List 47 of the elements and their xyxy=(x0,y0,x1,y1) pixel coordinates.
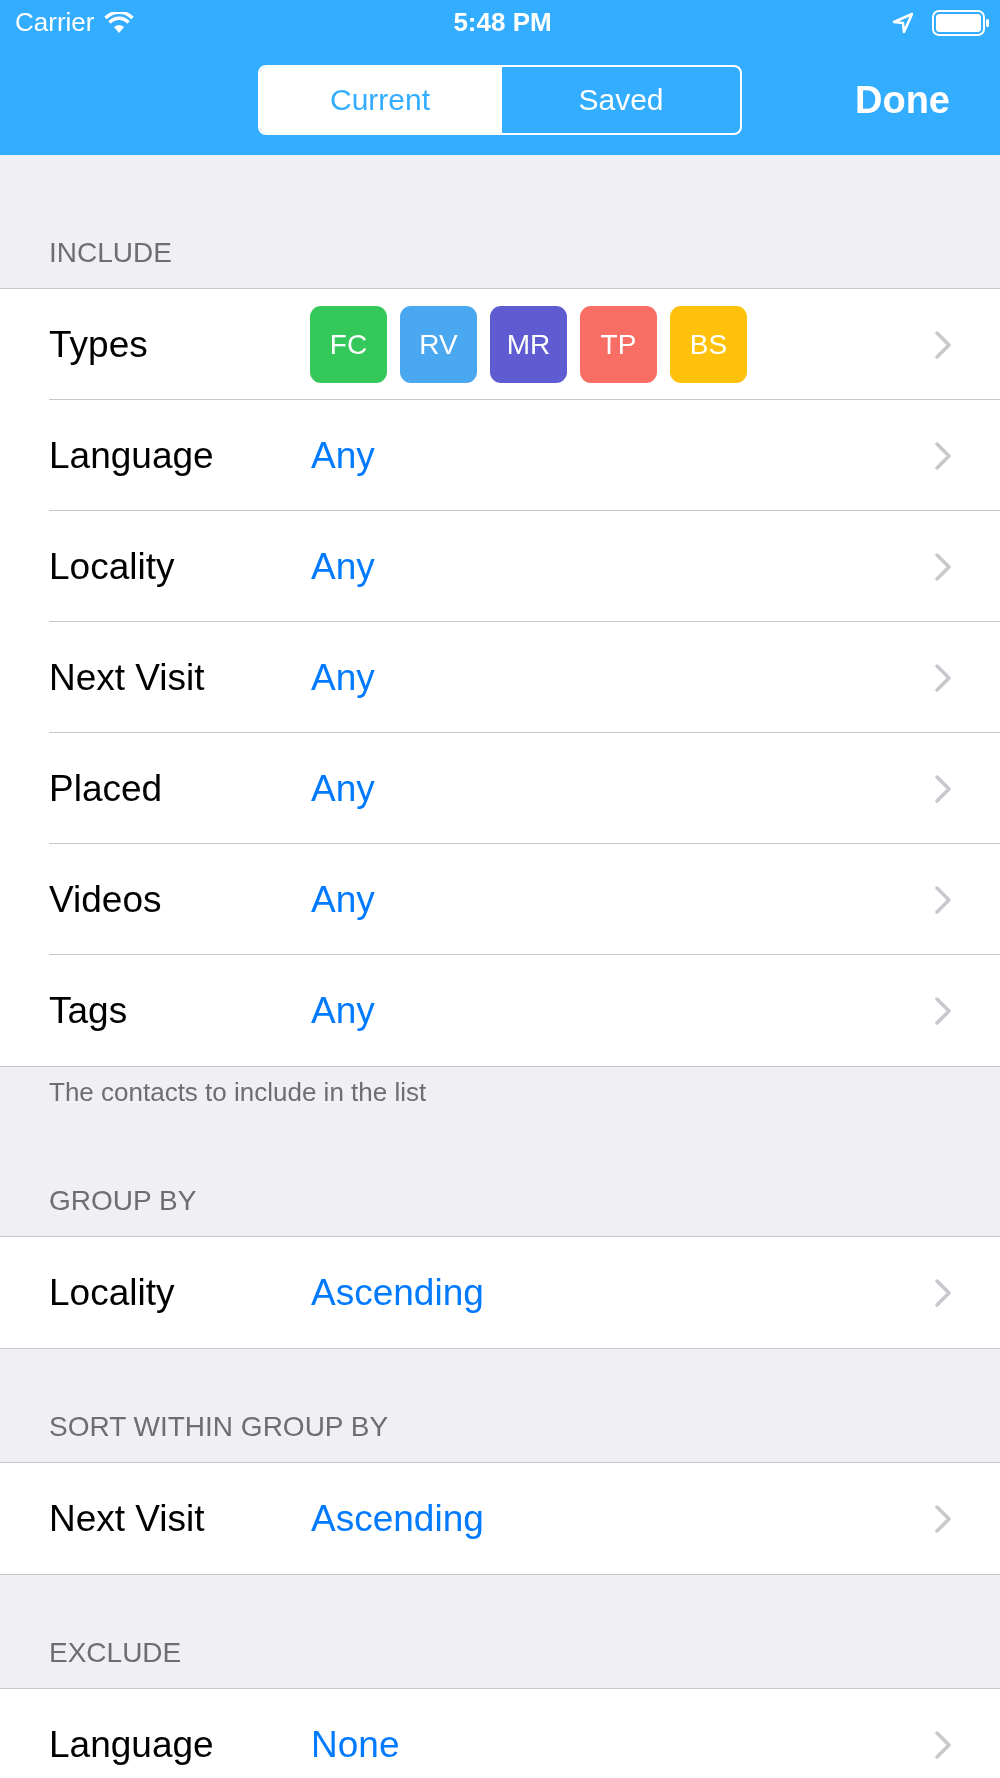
location-arrow-icon xyxy=(892,11,914,34)
section-header: GROUP BY xyxy=(49,1185,197,1217)
row-label: Language xyxy=(49,434,214,477)
row-label: Locality xyxy=(49,545,175,588)
row-label: Language xyxy=(49,1723,214,1766)
section-footer: The contacts to include in the list xyxy=(49,1077,427,1107)
chevron-icon xyxy=(934,662,952,693)
type-badge: MR xyxy=(490,306,567,383)
row-label: Next Visit xyxy=(49,656,205,699)
battery-icon xyxy=(932,9,990,36)
carrier-label: Carrier xyxy=(15,7,95,38)
chevron-icon xyxy=(934,995,952,1026)
row-value: Any xyxy=(311,878,375,921)
row-label: Videos xyxy=(49,878,162,921)
chevron-icon xyxy=(934,1277,952,1308)
row-label: Types xyxy=(49,323,148,366)
type-badge: RV xyxy=(400,306,477,383)
chevron-icon xyxy=(934,1503,952,1534)
chevron-icon xyxy=(934,884,952,915)
row-label: Tags xyxy=(49,989,128,1032)
row-label: Placed xyxy=(49,767,163,810)
row-value: Any xyxy=(311,434,375,477)
chevron-icon xyxy=(934,440,952,471)
row-label: Locality xyxy=(49,1271,175,1314)
chevron-icon xyxy=(934,329,952,360)
type-badge: FC xyxy=(310,306,387,383)
type-badge: BS xyxy=(670,306,747,383)
row-value: Any xyxy=(311,656,375,699)
row-value: Any xyxy=(311,989,375,1032)
row-value: Ascending xyxy=(311,1271,484,1314)
chevron-icon xyxy=(934,1729,952,1760)
segment-tab[interactable]: Saved xyxy=(500,67,740,133)
section-header: INCLUDE xyxy=(49,237,172,269)
row-value: Ascending xyxy=(311,1497,484,1540)
segment-tab[interactable]: Current xyxy=(260,67,500,133)
section-header: SORT WITHIN GROUP BY xyxy=(49,1411,389,1443)
status-time: 5:48 PM xyxy=(453,7,552,38)
chevron-icon xyxy=(934,773,952,804)
section-header: EXCLUDE xyxy=(49,1637,182,1669)
chevron-icon xyxy=(934,551,952,582)
wifi-icon xyxy=(104,11,135,34)
row-value: Any xyxy=(311,767,375,810)
row-value: Any xyxy=(311,545,375,588)
row-value: None xyxy=(311,1723,400,1766)
row-label: Next Visit xyxy=(49,1497,205,1540)
type-badge: TP xyxy=(580,306,657,383)
done-button[interactable]: Done xyxy=(855,78,950,122)
